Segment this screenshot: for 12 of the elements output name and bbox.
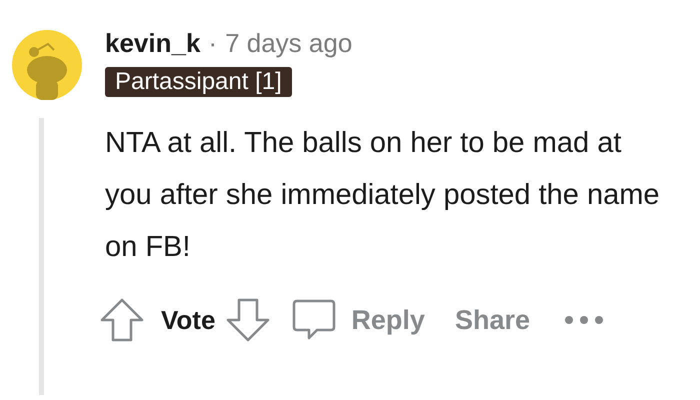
separator: · xyxy=(208,27,218,60)
comment-text: NTA at all. The balls on her to be mad at you after she immediately posted the name on FB! xyxy=(105,126,661,265)
avatar-icon xyxy=(12,30,82,100)
timestamp: 7 days ago xyxy=(225,27,352,60)
downvote-icon[interactable] xyxy=(225,297,272,343)
reply-button[interactable]: Reply xyxy=(291,297,425,343)
upvote-icon[interactable] xyxy=(99,297,145,343)
username[interactable]: kevin_k xyxy=(105,24,200,63)
share-button[interactable]: Share xyxy=(454,300,530,340)
user-flair: Partassipant [1] xyxy=(105,67,292,97)
vote-label: Vote xyxy=(161,304,216,336)
more-icon[interactable] xyxy=(564,315,604,325)
